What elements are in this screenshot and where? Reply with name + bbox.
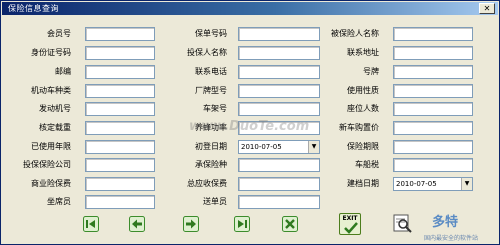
label-commercial-premium: 商业险保费 — [31, 179, 71, 188]
new-car-price-input[interactable] — [393, 121, 473, 135]
policy-no-input[interactable] — [238, 27, 320, 41]
label-policy-no: 保单号码 — [195, 29, 227, 38]
chevron-down-icon[interactable]: ▼ — [461, 178, 472, 190]
label-usage: 使用性质 — [347, 86, 379, 95]
courier-input[interactable] — [238, 195, 320, 209]
engine-no-input[interactable] — [85, 102, 155, 116]
print-preview-icon — [393, 214, 412, 233]
label-insurer: 投保保险公司 — [23, 160, 71, 169]
plate-input[interactable] — [393, 65, 473, 79]
label-postcode: 邮编 — [55, 67, 71, 76]
seats-input[interactable] — [393, 102, 473, 116]
brand-model-input[interactable] — [238, 84, 320, 98]
exit-button[interactable]: EXIT — [339, 213, 361, 235]
applicant-name-input[interactable] — [238, 46, 320, 60]
label-insurance-term: 保险期限 — [347, 142, 379, 151]
label-load-capacity: 核定载重 — [39, 123, 71, 132]
label-phone: 联系电话 — [195, 67, 227, 76]
delete-button[interactable] — [282, 216, 298, 232]
next-record-button[interactable] — [183, 216, 199, 232]
vehicle-tax-input[interactable] — [393, 158, 473, 172]
label-applicant-name: 投保人名称 — [187, 48, 227, 57]
window-title: 保险信息查询 — [8, 4, 59, 13]
label-total-premium: 总应收保费 — [187, 179, 227, 188]
previous-record-button[interactable] — [129, 216, 145, 232]
member-no-input[interactable] — [85, 27, 155, 41]
label-engine-no: 发动机号 — [39, 104, 71, 113]
print-preview-button[interactable] — [393, 213, 413, 233]
label-vehicle-type: 机动车种类 — [31, 86, 71, 95]
site-logo-watermark: 多特 国内最安全的软件站 — [424, 211, 500, 245]
query-window: 保险信息查询 ✕ 会员号 身份证号码 邮编 机动车种类 发动机号 核定载重 已使… — [0, 0, 500, 245]
phone-input[interactable] — [238, 65, 320, 79]
site-watermark: www.DuoTe.com — [189, 119, 310, 134]
logo-tagline: 国内最安全的软件站 — [424, 235, 479, 242]
label-frame-no: 车架号 — [203, 104, 227, 113]
first-reg-date-value: 2010-07-05 — [241, 143, 282, 151]
id-no-input[interactable] — [85, 46, 155, 60]
label-coverage: 承保险种 — [195, 160, 227, 169]
label-address: 联系地址 — [347, 48, 379, 57]
coverage-input[interactable] — [238, 158, 320, 172]
logo-text: 多特 — [432, 215, 459, 230]
label-new-car-price: 新车购置价 — [339, 123, 379, 132]
label-vehicle-tax: 车船税 — [355, 160, 379, 169]
last-record-icon — [234, 216, 250, 232]
label-courier: 送单员 — [203, 197, 227, 206]
label-agent: 坐席员 — [47, 197, 71, 206]
insurance-term-input[interactable] — [393, 140, 473, 154]
previous-record-icon — [129, 216, 145, 232]
label-created-date: 建档日期 — [347, 179, 379, 188]
address-input[interactable] — [393, 46, 473, 60]
agent-input[interactable] — [85, 195, 155, 209]
frame-no-input[interactable] — [238, 102, 320, 116]
usage-input[interactable] — [393, 84, 473, 98]
years-used-input[interactable] — [85, 140, 155, 154]
first-reg-date-picker[interactable]: 2010-07-05 ▼ — [238, 140, 320, 154]
next-record-icon — [183, 216, 199, 232]
insurer-input[interactable] — [85, 158, 155, 172]
postcode-input[interactable] — [85, 65, 155, 79]
title-bar: 保险信息查询 ✕ — [2, 2, 498, 15]
checkmark-icon — [344, 222, 358, 234]
load-capacity-input[interactable] — [85, 121, 155, 135]
label-seats: 座位人数 — [347, 104, 379, 113]
delete-icon — [282, 216, 298, 232]
created-date-picker[interactable]: 2010-07-05 ▼ — [393, 177, 473, 191]
label-id-no: 身份证号码 — [31, 48, 71, 57]
vehicle-type-input[interactable] — [85, 84, 155, 98]
created-date-value: 2010-07-05 — [396, 180, 437, 188]
label-member-no: 会员号 — [47, 29, 71, 38]
label-insured-name: 被保险人名称 — [331, 29, 379, 38]
label-years-used: 已使用年限 — [31, 142, 71, 151]
label-plate: 号牌 — [363, 67, 379, 76]
last-record-button[interactable] — [234, 216, 250, 232]
label-first-reg-date: 初登日期 — [195, 142, 227, 151]
first-record-icon — [83, 216, 99, 232]
exit-label: EXIT — [342, 215, 358, 222]
insured-name-input[interactable] — [393, 27, 473, 41]
total-premium-input[interactable] — [238, 177, 320, 191]
label-brand-model: 厂牌型号 — [195, 86, 227, 95]
commercial-premium-input[interactable] — [85, 177, 155, 191]
first-record-button[interactable] — [83, 216, 99, 232]
close-button[interactable]: ✕ — [479, 3, 495, 14]
